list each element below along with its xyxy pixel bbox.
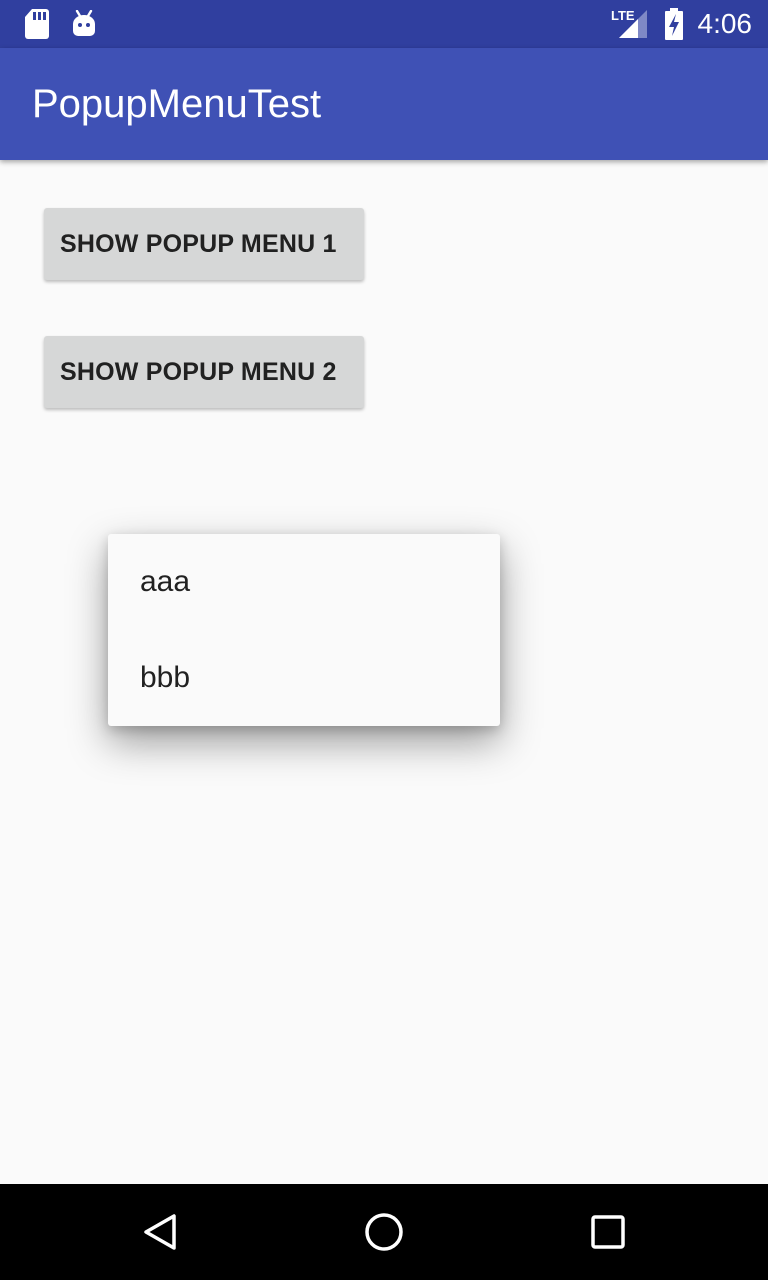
menu-item-aaa[interactable]: aaa xyxy=(108,534,500,630)
status-bar: LTE 4:06 xyxy=(0,0,768,48)
android-debug-icon xyxy=(73,10,95,36)
home-icon[interactable] xyxy=(360,1208,408,1256)
navigation-bar xyxy=(0,1184,768,1280)
popup-menu: aaa bbb xyxy=(108,534,500,726)
lte-signal-icon xyxy=(619,10,647,38)
status-time: 4:06 xyxy=(697,8,753,39)
menu-item-bbb[interactable]: bbb xyxy=(108,630,500,726)
show-popup-menu-2-button[interactable]: SHOW POPUP MENU 2 xyxy=(44,336,364,408)
recents-icon[interactable] xyxy=(584,1208,632,1256)
main-content: SHOW POPUP MENU 1 SHOW POPUP MENU 2 aaa … xyxy=(0,160,768,1184)
app-title: PopupMenuTest xyxy=(32,82,322,126)
back-icon[interactable] xyxy=(136,1208,184,1256)
show-popup-menu-1-button[interactable]: SHOW POPUP MENU 1 xyxy=(44,208,364,280)
battery-charging-icon xyxy=(665,8,683,40)
app-bar: PopupMenuTest xyxy=(0,48,768,160)
sd-card-icon xyxy=(25,9,49,39)
